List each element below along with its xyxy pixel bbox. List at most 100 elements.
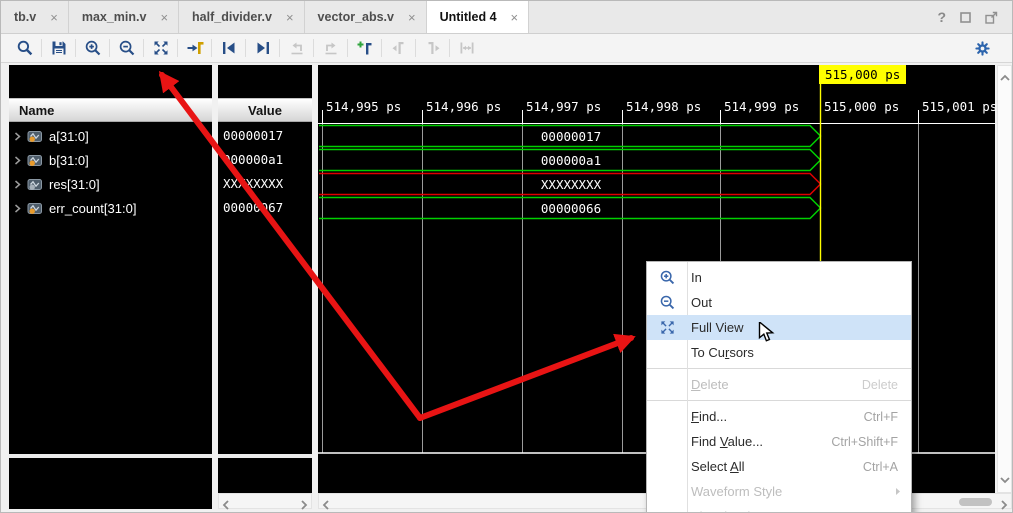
swap-cursors-button — [451, 36, 482, 61]
signal-value: 000000a1 — [218, 148, 312, 172]
horizontal-splitter[interactable] — [9, 454, 212, 458]
tab-label: Untitled 4 — [440, 10, 497, 24]
previous-marker-button — [383, 36, 414, 61]
tab-label: half_divider.v — [192, 10, 272, 24]
close-icon[interactable]: × — [50, 11, 58, 24]
bus-value-label: 00000017 — [321, 129, 821, 144]
expand-chevron-icon[interactable] — [13, 132, 27, 141]
next-marker-button — [417, 36, 448, 61]
toolbar-separator — [415, 39, 416, 57]
next-transition-button[interactable] — [247, 36, 278, 61]
menu-item-select-all[interactable]: Select All Ctrl+A — [647, 454, 911, 479]
scroll-down-icon[interactable] — [1000, 471, 1010, 489]
toolbar-separator — [381, 39, 382, 57]
scroll-left-icon[interactable] — [322, 497, 330, 513]
value-header-label: Value — [248, 103, 282, 118]
signal-value-panel: Value 00000017 000000a1 XXXXXXXX 0000006… — [218, 65, 312, 509]
close-icon[interactable]: × — [160, 11, 168, 24]
scrollbar-thumb[interactable] — [959, 498, 992, 506]
bus-signal-icon — [27, 202, 45, 215]
maximize-icon[interactable] — [960, 12, 971, 23]
vivado-waveform-window: tb.v × max_min.v × half_divider.v × vect… — [0, 0, 1013, 513]
toolbar-separator — [177, 39, 178, 57]
menu-item-label: Select All — [687, 459, 744, 474]
tab-label: max_min.v — [82, 10, 147, 24]
menu-item-label: Waveform Style — [687, 484, 782, 499]
scroll-right-icon[interactable] — [1000, 497, 1008, 513]
bus-value-label: 00000066 — [321, 201, 821, 216]
scroll-right-icon[interactable] — [300, 497, 308, 513]
save-waveform-button[interactable] — [43, 36, 74, 61]
float-window-icon[interactable] — [985, 11, 998, 24]
toolbar-full-view-button[interactable] — [145, 36, 176, 61]
close-icon[interactable]: × — [408, 11, 416, 24]
signal-row-res[interactable]: res[31:0] — [9, 172, 212, 196]
horizontal-splitter[interactable] — [218, 454, 312, 458]
menu-shortcut: Ctrl+A — [863, 460, 911, 474]
document-tab-bar: tb.v × max_min.v × half_divider.v × vect… — [1, 1, 1012, 34]
vertical-scrollbar[interactable] — [997, 65, 1012, 493]
menu-item-in[interactable]: In — [647, 265, 911, 290]
menu-item-to-cursors[interactable]: To Cursors — [647, 340, 911, 365]
find-button[interactable] — [9, 36, 40, 61]
signal-name: a[31:0] — [49, 129, 89, 144]
name-header-label: Name — [19, 103, 54, 118]
menu-item-waveform-style: Waveform Style — [647, 479, 911, 504]
zoom-to-cursor-button[interactable] — [179, 36, 210, 61]
toolbar-separator — [245, 39, 246, 57]
menu-item-label: To Cursors — [687, 345, 754, 360]
tab-max-min-v[interactable]: max_min.v × — [69, 1, 179, 33]
expand-chevron-icon[interactable] — [13, 204, 27, 213]
ruler-tick-label: 515,000 ps — [824, 99, 899, 114]
tab-half-divider-v[interactable]: half_divider.v × — [179, 1, 305, 33]
menu-item-find[interactable]: Find... Ctrl+F — [647, 404, 911, 429]
signal-name: b[31:0] — [49, 153, 89, 168]
signal-name-panel: Name a[31:0] b[31:0] res[31:0] err_count… — [9, 65, 212, 509]
ruler-tick-label: 514,997 ps — [526, 99, 601, 114]
scroll-up-icon[interactable] — [1000, 69, 1010, 87]
settings-gear-button[interactable] — [967, 36, 998, 61]
close-icon[interactable]: × — [286, 11, 294, 24]
close-icon[interactable]: × — [511, 11, 519, 24]
ruler-tick-label: 514,995 ps — [326, 99, 401, 114]
help-icon[interactable]: ? — [937, 9, 946, 25]
previous-edge-button — [281, 36, 312, 61]
tab-label: tb.v — [14, 10, 36, 24]
bus-signal-icon — [27, 154, 45, 167]
toolbar-separator — [211, 39, 212, 57]
scroll-left-icon[interactable] — [222, 497, 230, 513]
zoom-out-button[interactable] — [111, 36, 142, 61]
menu-item-label: Signal Color — [687, 509, 762, 513]
menu-item-find-value[interactable]: Find Value... Ctrl+Shift+F — [647, 429, 911, 454]
tab-vector-abs-v[interactable]: vector_abs.v × — [305, 1, 427, 33]
ruler-tick-label: 514,999 ps — [724, 99, 799, 114]
menu-item-label: Full View — [687, 320, 744, 335]
tab-untitled-4[interactable]: Untitled 4 × — [427, 1, 530, 33]
next-edge-button — [315, 36, 346, 61]
value-horizontal-scrollbar[interactable] — [218, 493, 312, 509]
ruler-tick-label: 515,001 ps — [922, 99, 997, 114]
menu-item-label: Out — [687, 295, 712, 310]
signal-row-b[interactable]: b[31:0] — [9, 148, 212, 172]
add-marker-button[interactable] — [349, 36, 380, 61]
menu-item-label: Find... — [687, 409, 727, 424]
menu-item-full-view[interactable]: Full View — [647, 315, 911, 340]
toolbar-separator — [347, 39, 348, 57]
menu-shortcut: Ctrl+F — [864, 410, 911, 424]
menu-item-out[interactable]: Out — [647, 290, 911, 315]
expand-chevron-icon[interactable] — [13, 156, 27, 165]
context-menu: In Out Full View To Cursors Delete Delet… — [646, 261, 912, 513]
ruler-tick-label: 514,996 ps — [426, 99, 501, 114]
previous-transition-button[interactable] — [213, 36, 244, 61]
expand-chevron-icon[interactable] — [13, 180, 27, 189]
signal-row-err-count[interactable]: err_count[31:0] — [9, 196, 212, 220]
signal-row-a[interactable]: a[31:0] — [9, 124, 212, 148]
toolbar-separator — [109, 39, 110, 57]
name-column-header[interactable]: Name — [9, 98, 212, 122]
cursor-time-label[interactable]: 515,000 ps — [819, 65, 906, 84]
signal-value: XXXXXXXX — [218, 172, 312, 196]
value-column-header[interactable]: Value — [218, 98, 312, 122]
zoom-in-button[interactable] — [77, 36, 108, 61]
zoom-fit-icon — [647, 319, 687, 336]
tab-tb-v[interactable]: tb.v × — [1, 1, 69, 33]
